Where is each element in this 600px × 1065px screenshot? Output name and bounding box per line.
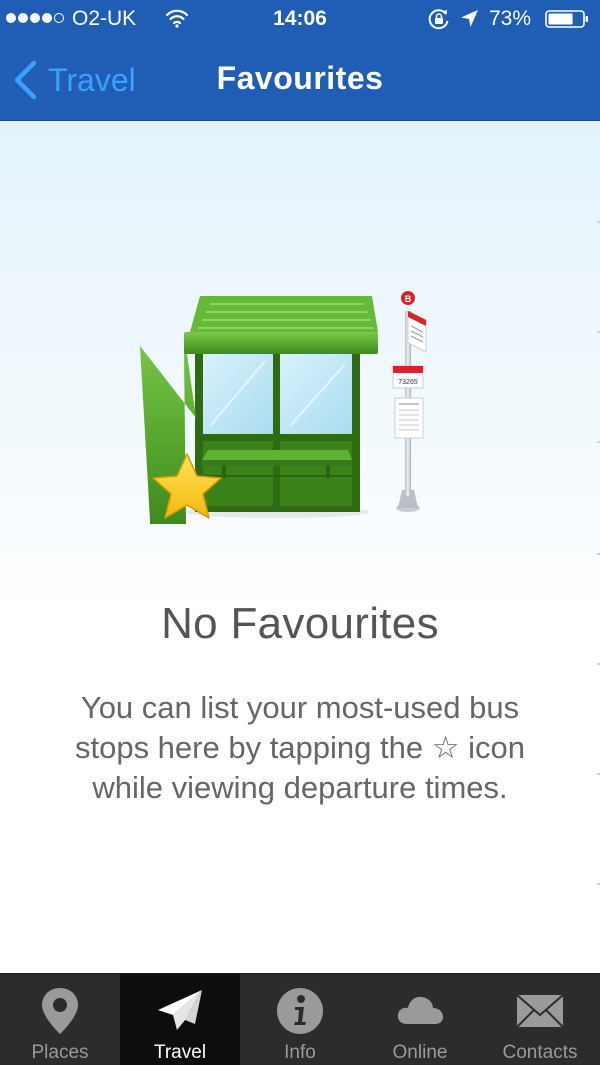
info-icon [277,988,323,1034]
battery-percentage: 73% [489,7,532,30]
bus-stop-number: 73265 [398,379,418,386]
tab-label-online: Online [392,1042,448,1063]
tab-places[interactable]: Places [0,974,120,1065]
tab-label-info: Info [284,1042,316,1063]
empty-state-message: You can list your most-used bus stops he… [40,688,560,808]
header: O2-UK 14:06 73% Travel Favourites [0,0,600,121]
page-title: Favourites [216,60,384,96]
envelope-icon [516,994,564,1028]
tab-info[interactable]: Info [240,974,360,1065]
scroll-indicator [596,121,600,973]
tab-bar: Places Travel Info Online Contacts [0,973,600,1065]
tab-label-places: Places [31,1042,89,1063]
status-bar: O2-UK 14:06 73% [0,0,600,40]
battery-icon [545,10,588,28]
empty-state-illustration: B 73265 [140,291,427,524]
bus-sign-letter: B [405,294,412,304]
empty-state-title: No Favourites [161,599,439,648]
tab-label-contacts: Contacts [502,1042,578,1063]
location-arrow-icon [461,10,478,27]
navigation-bar: Travel Favourites [0,40,600,120]
app-screen: O2-UK 14:06 73% Travel Favourites B 7326… [0,0,600,1065]
rotation-lock-icon [428,9,449,30]
star-outline-icon: ☆ [431,730,460,765]
tab-contacts[interactable]: Contacts [480,974,600,1065]
bus-stop-pole-icon: B 73265 [392,291,427,512]
tab-online[interactable]: Online [360,974,480,1065]
map-pin-icon [42,988,78,1034]
cloud-icon [397,996,443,1024]
tab-label-travel: Travel [153,1042,207,1063]
content-area: B 73265 No Favourites You can list your … [0,121,600,973]
tab-travel[interactable]: Travel [120,974,240,1065]
paper-plane-icon [158,990,202,1030]
